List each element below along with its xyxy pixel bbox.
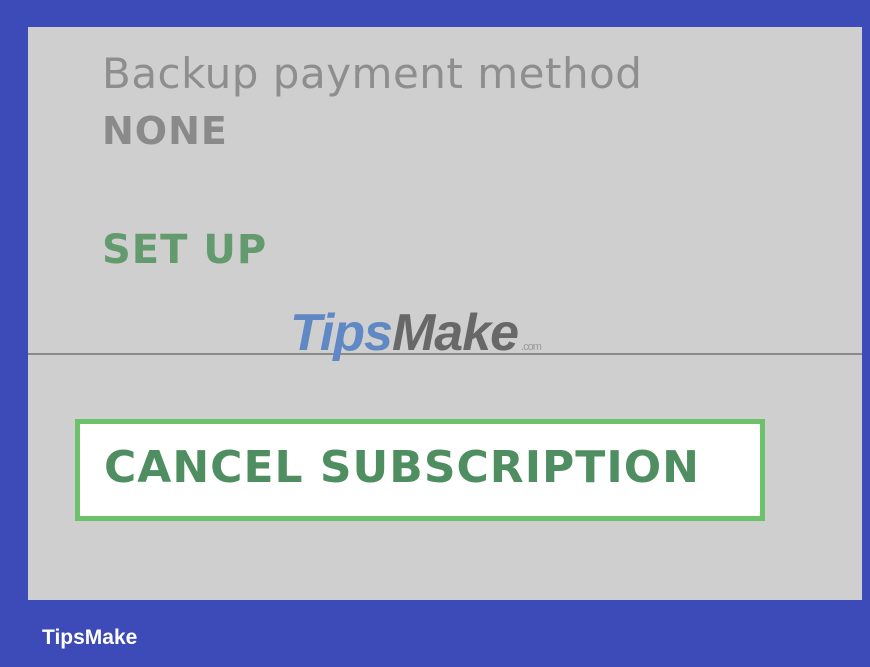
watermark-part1: Tips bbox=[290, 304, 393, 362]
backup-payment-value: NONE bbox=[102, 109, 228, 153]
backup-payment-label: Backup payment method bbox=[102, 49, 643, 98]
subscription-panel: Backup payment method NONE SET UP TipsMa… bbox=[28, 27, 862, 600]
tipsmake-watermark: TipsMake .com bbox=[290, 303, 542, 363]
watermark-suffix: .com bbox=[521, 341, 542, 353]
footer-brand: TipsMake bbox=[42, 626, 138, 649]
set-up-button[interactable]: SET UP bbox=[102, 227, 267, 273]
cancel-subscription-button[interactable]: CANCEL SUBSCRIPTION bbox=[75, 419, 765, 521]
cancel-subscription-label: CANCEL SUBSCRIPTION bbox=[104, 442, 700, 493]
watermark-part2: Make bbox=[391, 304, 519, 362]
